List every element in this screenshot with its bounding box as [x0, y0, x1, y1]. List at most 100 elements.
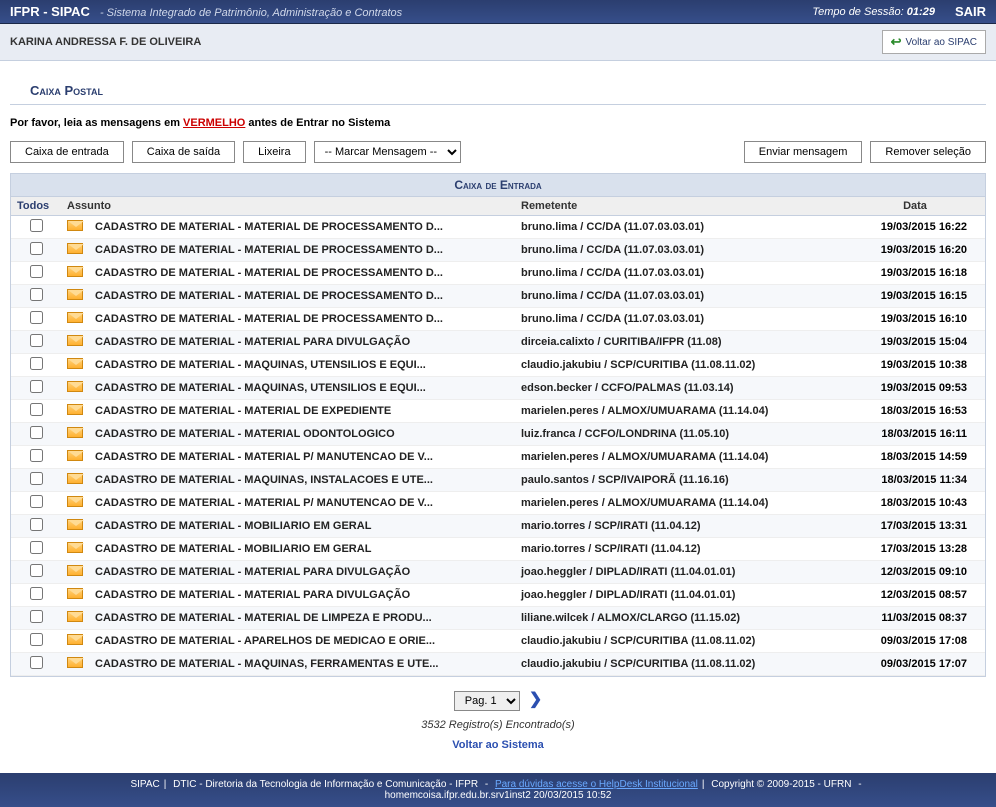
table-row[interactable]: CADASTRO DE MATERIAL - MATERIAL P/ MANUT…	[11, 446, 985, 469]
subject-cell[interactable]: CADASTRO DE MATERIAL - MATERIAL PARA DIV…	[89, 561, 515, 584]
subject-cell[interactable]: CADASTRO DE MATERIAL - MATERIAL DE PROCE…	[89, 308, 515, 331]
subject-cell[interactable]: CADASTRO DE MATERIAL - MATERIAL DE PROCE…	[89, 285, 515, 308]
table-row[interactable]: CADASTRO DE MATERIAL - MAQUINAS, UTENSIL…	[11, 377, 985, 400]
table-row[interactable]: CADASTRO DE MATERIAL - MATERIAL DE PROCE…	[11, 262, 985, 285]
date-cell: 18/03/2015 14:59	[845, 446, 985, 469]
subject-cell[interactable]: CADASTRO DE MATERIAL - MAQUINAS, UTENSIL…	[89, 354, 515, 377]
row-checkbox[interactable]	[30, 495, 43, 508]
envelope-icon	[67, 312, 83, 323]
remove-selection-button[interactable]: Remover seleção	[870, 141, 986, 163]
username: KARINA ANDRESSA F. DE OLIVEIRA	[10, 36, 201, 48]
row-checkbox[interactable]	[30, 265, 43, 278]
table-row[interactable]: CADASTRO DE MATERIAL - MATERIAL PARA DIV…	[11, 561, 985, 584]
subject-cell[interactable]: CADASTRO DE MATERIAL - MATERIAL DE PROCE…	[89, 239, 515, 262]
table-row[interactable]: CADASTRO DE MATERIAL - MATERIAL ODONTOLO…	[11, 423, 985, 446]
row-checkbox[interactable]	[30, 564, 43, 577]
row-checkbox[interactable]	[30, 219, 43, 232]
table-row[interactable]: CADASTRO DE MATERIAL - MATERIAL DE PROCE…	[11, 308, 985, 331]
row-checkbox[interactable]	[30, 518, 43, 531]
footer: SIPAC| DTIC - Diretoria da Tecnologia de…	[0, 773, 996, 807]
envelope-icon	[67, 657, 83, 668]
subject-cell[interactable]: CADASTRO DE MATERIAL - MAQUINAS, FERRAME…	[89, 653, 515, 676]
helpdesk-link[interactable]: Para dúvidas acesse o HelpDesk Instituci…	[495, 779, 698, 790]
row-checkbox[interactable]	[30, 426, 43, 439]
sender-cell: bruno.lima / CC/DA (11.07.03.03.01)	[515, 285, 815, 308]
envelope-icon	[67, 358, 83, 369]
row-checkbox[interactable]	[30, 403, 43, 416]
table-row[interactable]: CADASTRO DE MATERIAL - MATERIAL DE PROCE…	[11, 216, 985, 239]
row-checkbox[interactable]	[30, 288, 43, 301]
mark-message-select[interactable]: -- Marcar Mensagem --	[314, 141, 461, 163]
sender-cell: bruno.lima / CC/DA (11.07.03.03.01)	[515, 216, 815, 239]
table-row[interactable]: CADASTRO DE MATERIAL - MAQUINAS, UTENSIL…	[11, 354, 985, 377]
subject-cell[interactable]: CADASTRO DE MATERIAL - MOBILIARIO EM GER…	[89, 538, 515, 561]
inbox-tab-button[interactable]: Caixa de entrada	[10, 141, 124, 163]
table-row[interactable]: CADASTRO DE MATERIAL - MATERIAL PARA DIV…	[11, 331, 985, 354]
date-cell: 17/03/2015 13:31	[845, 515, 985, 538]
date-cell: 19/03/2015 15:04	[845, 331, 985, 354]
table-row[interactable]: CADASTRO DE MATERIAL - MOBILIARIO EM GER…	[11, 538, 985, 561]
app-title: IFPR - SIPAC	[10, 4, 90, 19]
table-row[interactable]: CADASTRO DE MATERIAL - MATERIAL PARA DIV…	[11, 584, 985, 607]
table-row[interactable]: CADASTRO DE MATERIAL - MAQUINAS, INSTALA…	[11, 469, 985, 492]
sender-cell: joao.heggler / DIPLAD/IRATI (11.04.01.01…	[515, 584, 815, 607]
subject-cell[interactable]: CADASTRO DE MATERIAL - MAQUINAS, UTENSIL…	[89, 377, 515, 400]
envelope-icon	[67, 450, 83, 461]
next-page-icon[interactable]: ❯	[529, 691, 542, 708]
sender-cell: claudio.jakubiu / SCP/CURITIBA (11.08.11…	[515, 354, 815, 377]
logout-button[interactable]: SAIR	[955, 4, 986, 19]
subject-cell[interactable]: CADASTRO DE MATERIAL - MATERIAL P/ MANUT…	[89, 446, 515, 469]
col-header-assunto[interactable]: Assunto	[61, 197, 515, 216]
col-header-remetente[interactable]: Remetente	[515, 197, 815, 216]
row-checkbox[interactable]	[30, 610, 43, 623]
subject-cell[interactable]: CADASTRO DE MATERIAL - MATERIAL PARA DIV…	[89, 331, 515, 354]
sender-cell: claudio.jakubiu / SCP/CURITIBA (11.08.11…	[515, 653, 815, 676]
envelope-icon	[67, 519, 83, 530]
table-row[interactable]: CADASTRO DE MATERIAL - APARELHOS DE MEDI…	[11, 630, 985, 653]
row-checkbox[interactable]	[30, 380, 43, 393]
subject-cell[interactable]: CADASTRO DE MATERIAL - MATERIAL DE EXPED…	[89, 400, 515, 423]
trash-tab-button[interactable]: Lixeira	[243, 141, 305, 163]
outbox-tab-button[interactable]: Caixa de saída	[132, 141, 235, 163]
envelope-icon	[67, 427, 83, 438]
subject-cell[interactable]: CADASTRO DE MATERIAL - MATERIAL DE PROCE…	[89, 216, 515, 239]
subject-cell[interactable]: CADASTRO DE MATERIAL - MATERIAL DE LIMPE…	[89, 607, 515, 630]
row-checkbox[interactable]	[30, 242, 43, 255]
sender-cell: bruno.lima / CC/DA (11.07.03.03.01)	[515, 239, 815, 262]
table-row[interactable]: CADASTRO DE MATERIAL - MAQUINAS, FERRAME…	[11, 653, 985, 676]
page-select[interactable]: Pag. 1	[454, 691, 520, 711]
subject-cell[interactable]: CADASTRO DE MATERIAL - MATERIAL P/ MANUT…	[89, 492, 515, 515]
table-row[interactable]: CADASTRO DE MATERIAL - MATERIAL DE LIMPE…	[11, 607, 985, 630]
row-checkbox[interactable]	[30, 633, 43, 646]
subject-cell[interactable]: CADASTRO DE MATERIAL - MAQUINAS, INSTALA…	[89, 469, 515, 492]
envelope-icon	[67, 266, 83, 277]
envelope-icon	[67, 335, 83, 346]
subject-cell[interactable]: CADASTRO DE MATERIAL - APARELHOS DE MEDI…	[89, 630, 515, 653]
back-to-system-link[interactable]: Voltar ao Sistema	[452, 739, 544, 751]
row-checkbox[interactable]	[30, 311, 43, 324]
send-message-button[interactable]: Enviar mensagem	[744, 141, 863, 163]
subject-cell[interactable]: CADASTRO DE MATERIAL - MOBILIARIO EM GER…	[89, 515, 515, 538]
row-checkbox[interactable]	[30, 541, 43, 554]
row-checkbox[interactable]	[30, 449, 43, 462]
row-checkbox[interactable]	[30, 472, 43, 485]
table-row[interactable]: CADASTRO DE MATERIAL - MOBILIARIO EM GER…	[11, 515, 985, 538]
subject-cell[interactable]: CADASTRO DE MATERIAL - MATERIAL ODONTOLO…	[89, 423, 515, 446]
row-checkbox[interactable]	[30, 334, 43, 347]
col-header-todos[interactable]: Todos	[11, 197, 61, 216]
table-row[interactable]: CADASTRO DE MATERIAL - MATERIAL P/ MANUT…	[11, 492, 985, 515]
col-header-data[interactable]: Data	[845, 197, 985, 216]
messages-table: Todos Assunto Remetente Data CADASTRO DE…	[11, 197, 985, 676]
table-row[interactable]: CADASTRO DE MATERIAL - MATERIAL DE EXPED…	[11, 400, 985, 423]
row-checkbox[interactable]	[30, 587, 43, 600]
page-title: Caixa Postal	[10, 71, 986, 105]
table-title: Caixa de Entrada	[11, 174, 985, 197]
voltar-sipac-button[interactable]: ↩ Voltar ao SIPAC	[882, 30, 986, 54]
row-checkbox[interactable]	[30, 656, 43, 669]
row-checkbox[interactable]	[30, 357, 43, 370]
envelope-icon	[67, 565, 83, 576]
table-row[interactable]: CADASTRO DE MATERIAL - MATERIAL DE PROCE…	[11, 285, 985, 308]
table-row[interactable]: CADASTRO DE MATERIAL - MATERIAL DE PROCE…	[11, 239, 985, 262]
subject-cell[interactable]: CADASTRO DE MATERIAL - MATERIAL DE PROCE…	[89, 262, 515, 285]
subject-cell[interactable]: CADASTRO DE MATERIAL - MATERIAL PARA DIV…	[89, 584, 515, 607]
